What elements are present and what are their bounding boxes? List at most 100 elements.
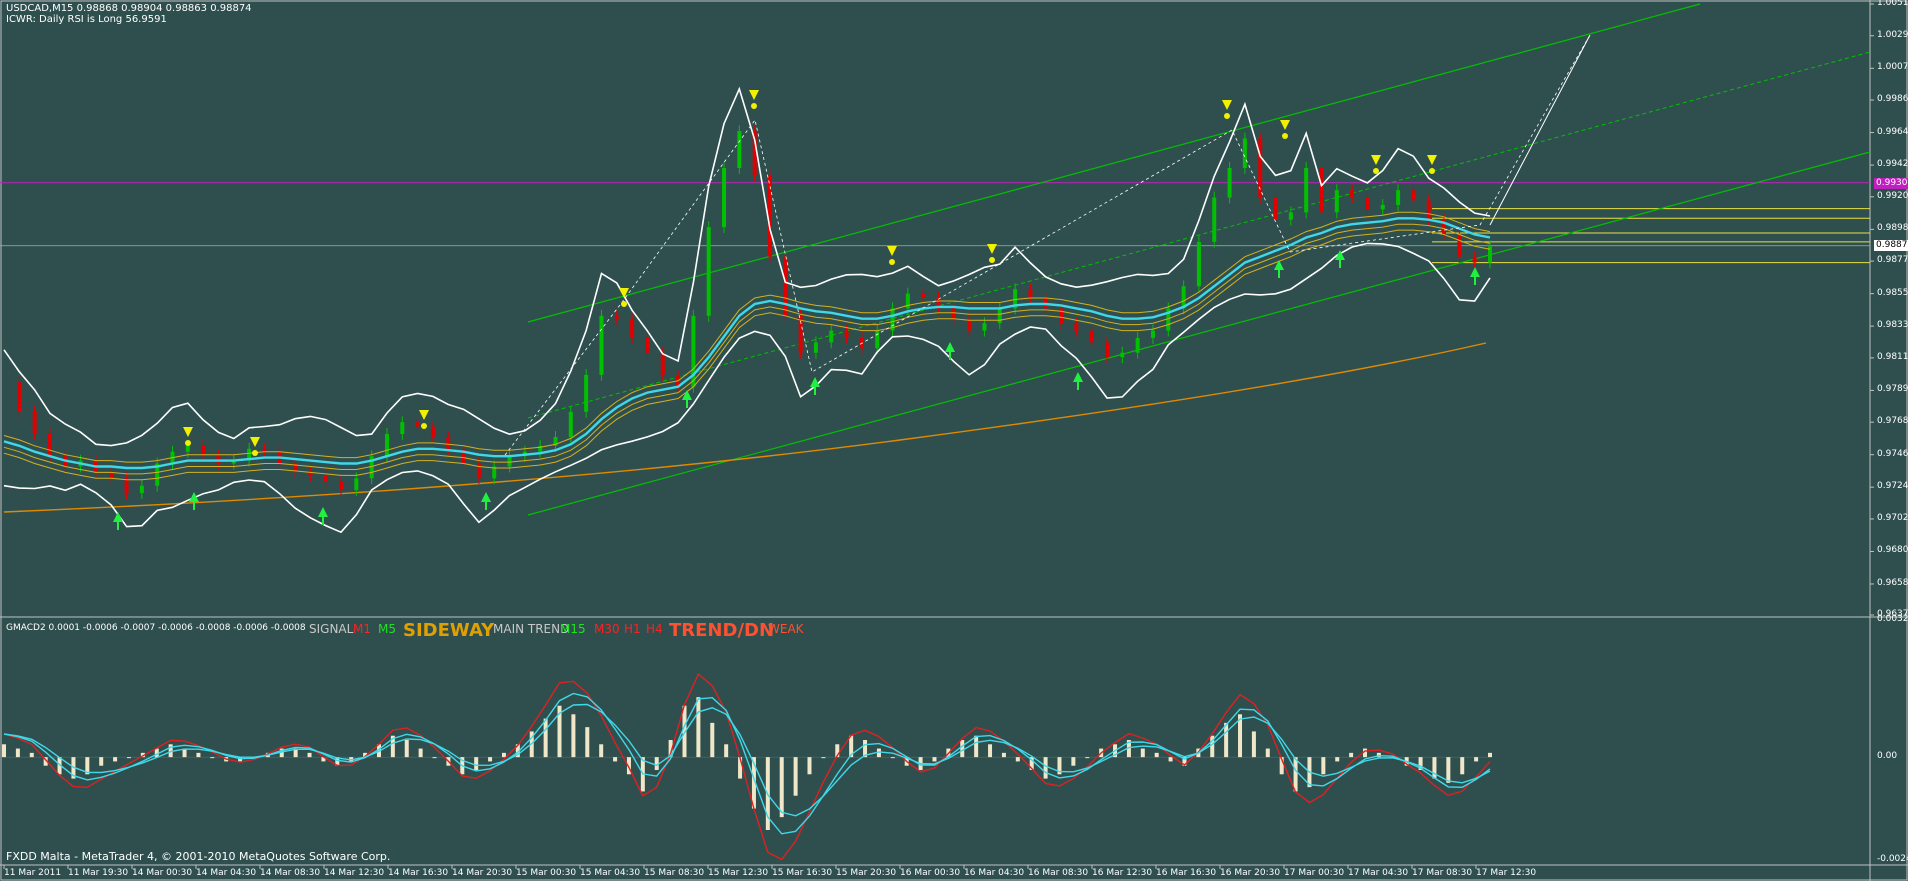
candle-body (1242, 138, 1247, 169)
candle-body (1457, 234, 1462, 257)
candle-body (829, 330, 834, 343)
macd-histogram-bar (432, 757, 437, 759)
time-tick-label: 15 Mar 20:30 (836, 868, 897, 878)
macd-histogram-bar (404, 740, 409, 758)
candle-body (400, 422, 405, 434)
macd-histogram-bar (501, 752, 506, 758)
main-trend-label: MAIN TREND (493, 622, 570, 636)
candle-body (1196, 241, 1201, 287)
sell-dot (1373, 168, 1379, 174)
gold-ma-line (3, 229, 1491, 481)
macd-histogram-bar (1251, 731, 1256, 758)
macd-histogram-bar (710, 722, 715, 758)
time-tick-label: 16 Mar 20:30 (1220, 868, 1281, 878)
price-tick-label: 0.98985 (1877, 223, 1908, 234)
time-tick-label: 16 Mar 16:30 (1156, 868, 1217, 878)
candle-body (1365, 197, 1370, 210)
macd-histogram-bar (571, 714, 576, 758)
candle-body (568, 411, 573, 437)
macd-histogram-bar (99, 757, 104, 766)
time-tick-label: 14 Mar 04:30 (196, 868, 257, 878)
sell-dot (1282, 133, 1288, 139)
price-tick-label: 0.97460 (1877, 448, 1908, 459)
candle-body (1380, 204, 1385, 210)
macd-histogram-bar (599, 744, 604, 758)
candle-body (1426, 200, 1431, 220)
signal-h1: H1 (624, 622, 641, 636)
time-tick-label: 11 Mar 2011 (4, 868, 62, 878)
candle-body (1350, 190, 1355, 198)
macd-histogram-bar (1071, 757, 1076, 766)
candle-body (1212, 197, 1217, 242)
candle-body (1472, 256, 1477, 263)
price-tick-label: 0.99205 (1877, 190, 1908, 201)
macd-histogram-bar (1293, 757, 1298, 792)
candle-body (1273, 197, 1278, 220)
signal-m1: M1 (353, 622, 371, 636)
sell-arrow-icon (1222, 100, 1232, 110)
sell-arrow-icon (1427, 155, 1437, 165)
candle-body (813, 342, 818, 353)
time-tick-label: 11 Mar 19:30 (68, 868, 129, 878)
zigzag-line (504, 34, 1591, 456)
sell-arrow-icon (749, 90, 759, 100)
candle-body (599, 315, 604, 375)
candle-body (507, 456, 512, 467)
candle-body (997, 308, 1002, 324)
projection-line (1489, 34, 1591, 226)
macd-histogram-bar (543, 718, 548, 758)
current-price-tag: 0.98874 (1874, 240, 1908, 251)
time-tick-label: 14 Mar 00:30 (132, 868, 193, 878)
macd-histogram-bar (210, 757, 215, 759)
candle-body (1028, 289, 1033, 299)
macd-histogram-bar (1085, 757, 1090, 759)
sell-arrow-icon (1371, 155, 1381, 165)
candle-body (1227, 168, 1232, 198)
time-tick-label: 17 Mar 12:30 (1476, 868, 1537, 878)
signal-m5: M5 (378, 622, 396, 636)
magenta-price-tag: 0.99300 (1874, 178, 1908, 189)
signal-m15: M15 (560, 622, 586, 636)
price-tick-label: 0.99420 (1877, 159, 1908, 170)
macd-histogram-bar (488, 757, 493, 762)
candle-body (951, 308, 956, 319)
candle-body (354, 478, 359, 491)
cyan-ma-line (3, 217, 1491, 470)
candle-body (1135, 337, 1140, 353)
candle-body (185, 445, 190, 452)
macd-histogram-bar (1349, 752, 1354, 758)
candle-body (430, 426, 435, 437)
trend-dn-label: TREND/DN (669, 620, 775, 641)
candle-body (124, 478, 129, 494)
time-tick-label: 15 Mar 12:30 (708, 868, 769, 878)
price-tick-label: 0.98770 (1877, 255, 1908, 266)
sell-dot (889, 259, 895, 265)
gmacd-header: GMACD2 0.0001 -0.0006 -0.0007 -0.0006 -0… (6, 623, 306, 633)
time-tick-label: 16 Mar 08:30 (1028, 868, 1089, 878)
time-tick-label: 16 Mar 12:30 (1092, 868, 1153, 878)
macd-histogram-bar (1140, 748, 1145, 758)
candle-body (1105, 342, 1110, 358)
candle-body (139, 485, 144, 494)
sell-dot (252, 450, 258, 456)
macd-histogram-bar (988, 744, 993, 758)
macd-histogram-bar (126, 757, 131, 759)
macd-histogram-bar (613, 757, 618, 762)
sell-arrow-icon (987, 244, 997, 254)
sell-dot (989, 257, 995, 263)
macd-histogram-bar (974, 735, 979, 758)
candle-body (384, 433, 389, 457)
macd-histogram-bar (1043, 757, 1048, 779)
rsi-indicator-label: ICWR: Daily RSI is Long 56.9591 (6, 14, 167, 25)
macd-histogram-bar (779, 757, 784, 818)
macd-histogram-bar (29, 752, 34, 758)
candle-body (844, 330, 849, 338)
chart-canvas[interactable] (0, 0, 1908, 881)
macd-histogram-bar (418, 748, 423, 758)
macd-histogram-bar (1432, 757, 1437, 779)
time-tick-label: 15 Mar 08:30 (644, 868, 705, 878)
sell-arrow-icon (887, 246, 897, 256)
candle-body (1396, 190, 1401, 205)
sell-dot (1429, 168, 1435, 174)
price-tick-label: 0.98330 (1877, 320, 1908, 331)
